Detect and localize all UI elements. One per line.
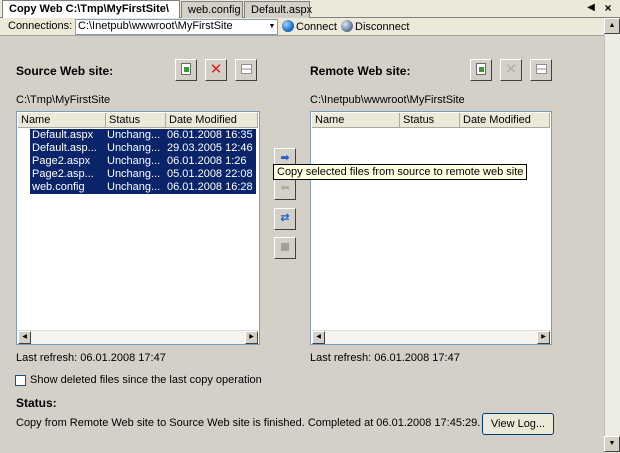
- connections-label: Connections:: [8, 20, 73, 32]
- arrow-right-icon: ➡: [280, 152, 290, 164]
- col-name-header[interactable]: Name: [312, 113, 400, 128]
- stop-button[interactable]: [274, 237, 296, 259]
- remote-refresh-button[interactable]: [470, 59, 492, 81]
- delete-icon: ✕: [209, 61, 223, 78]
- close-tab-icon[interactable]: ×: [601, 2, 615, 15]
- scroll-right-icon[interactable]: ▶: [537, 331, 550, 344]
- scroll-down-icon[interactable]: ▼: [604, 436, 620, 452]
- source-horizontal-scrollbar[interactable]: ◀ ▶: [18, 330, 258, 344]
- copy-tooltip: Copy selected files from source to remot…: [273, 164, 528, 180]
- col-date-header[interactable]: Date Modified: [166, 113, 258, 128]
- tab-scroll-left-icon[interactable]: ◀: [584, 2, 598, 15]
- tab-web-config-label: web.config: [188, 4, 241, 16]
- status-message: Copy from Remote Web site to Source Web …: [16, 417, 481, 429]
- delete-icon: ✕: [504, 61, 518, 78]
- remote-path: C:\Inetpub\wwwroot\MyFirstSite: [310, 94, 465, 106]
- tab-default-aspx-label: Default.aspx: [251, 4, 313, 16]
- source-last-refresh: Last refresh: 06.01.2008 17:47: [16, 352, 166, 364]
- tab-web-config[interactable]: web.config: [181, 1, 243, 18]
- tab-copy-web[interactable]: Copy Web C:\Tmp\MyFirstSite\: [2, 0, 180, 18]
- refresh-icon: [476, 63, 486, 76]
- remote-delete-button[interactable]: ✕: [500, 59, 522, 81]
- connections-toolbar: Connections: C:\Inetpub\wwwroot\MyFirstS…: [0, 18, 604, 36]
- connect-label: Connect: [296, 21, 337, 33]
- view-log-button[interactable]: View Log...: [482, 413, 554, 435]
- cell-status: Unchang...: [106, 181, 166, 194]
- synchronize-button[interactable]: ⇄: [274, 208, 296, 230]
- cell-name: Default.aspx: [30, 129, 106, 142]
- cell-name: Default.asp...: [30, 142, 106, 155]
- view-options-icon: [535, 64, 547, 75]
- cell-status: Unchang...: [106, 129, 166, 142]
- arrow-left-icon: ⬅: [280, 182, 290, 194]
- scroll-left-icon[interactable]: ◀: [312, 331, 325, 344]
- copy-to-source-button[interactable]: ⬅: [274, 178, 296, 200]
- show-deleted-checkbox[interactable]: [15, 375, 26, 386]
- remote-list-header: Name Status Date Modified: [312, 113, 550, 128]
- cell-date: 06.01.2008 1:26: [166, 155, 256, 168]
- chevron-down-icon[interactable]: ▼: [267, 20, 277, 34]
- scroll-left-icon[interactable]: ◀: [18, 331, 31, 344]
- disconnect-label: Disconnect: [355, 21, 410, 33]
- connect-button[interactable]: Connect: [282, 20, 337, 34]
- remote-heading: Remote Web site:: [310, 64, 411, 78]
- window-vertical-scrollbar[interactable]: ▲ ▼: [604, 18, 620, 453]
- cell-status: Unchang...: [106, 168, 166, 181]
- connections-dropdown[interactable]: C:\Inetpub\wwwroot\MyFirstSite ▼: [75, 19, 278, 35]
- disconnect-icon: [341, 20, 353, 32]
- source-view-button[interactable]: [235, 59, 257, 81]
- disconnect-button[interactable]: Disconnect: [341, 20, 409, 34]
- remote-view-button[interactable]: [530, 59, 552, 81]
- view-options-icon: [240, 64, 252, 75]
- col-name-header[interactable]: Name: [18, 113, 106, 128]
- connections-selected-value: C:\Inetpub\wwwroot\MyFirstSite: [78, 20, 233, 32]
- tab-default-aspx[interactable]: Default.aspx: [244, 1, 313, 18]
- document-tab-strip: Copy Web C:\Tmp\MyFirstSite\ web.config …: [0, 0, 620, 18]
- cell-date: 29.03.2005 12:46: [166, 142, 256, 155]
- source-refresh-button[interactable]: [175, 59, 197, 81]
- remote-file-list[interactable]: Name Status Date Modified ◀ ▶: [310, 111, 552, 345]
- source-list-header: Name Status Date Modified: [18, 113, 258, 128]
- source-path: C:\Tmp\MyFirstSite: [16, 94, 111, 106]
- cell-status: Unchang...: [106, 155, 166, 168]
- tab-copy-web-label: Copy Web C:\Tmp\MyFirstSite\: [9, 3, 169, 15]
- cell-name: web.config: [30, 181, 106, 194]
- status-heading: Status:: [16, 396, 57, 410]
- scroll-right-icon[interactable]: ▶: [245, 331, 258, 344]
- show-deleted-label: Show deleted files since the last copy o…: [30, 374, 262, 386]
- cell-date: 05.01.2008 22:08: [166, 168, 256, 181]
- source-heading: Source Web site:: [16, 64, 114, 78]
- remote-horizontal-scrollbar[interactable]: ◀ ▶: [312, 330, 550, 344]
- sync-arrows-icon: ⇄: [280, 212, 290, 224]
- col-status-header[interactable]: Status: [400, 113, 460, 128]
- stop-icon: [281, 243, 289, 252]
- cell-status: Unchang...: [106, 142, 166, 155]
- col-status-header[interactable]: Status: [106, 113, 166, 128]
- col-date-header[interactable]: Date Modified: [460, 113, 550, 128]
- cell-date: 06.01.2008 16:35: [166, 129, 256, 142]
- refresh-icon: [181, 63, 191, 76]
- cell-date: 06.01.2008 16:28: [166, 181, 256, 194]
- remote-last-refresh: Last refresh: 06.01.2008 17:47: [310, 352, 460, 364]
- cell-name: Page2.aspx: [30, 155, 106, 168]
- scroll-up-icon[interactable]: ▲: [604, 18, 620, 34]
- connect-icon: [282, 20, 294, 32]
- source-file-list[interactable]: Name Status Date Modified Default.aspx Un…: [16, 111, 260, 345]
- cell-name: Page2.asp...: [30, 168, 106, 181]
- source-delete-button[interactable]: ✕: [205, 59, 227, 81]
